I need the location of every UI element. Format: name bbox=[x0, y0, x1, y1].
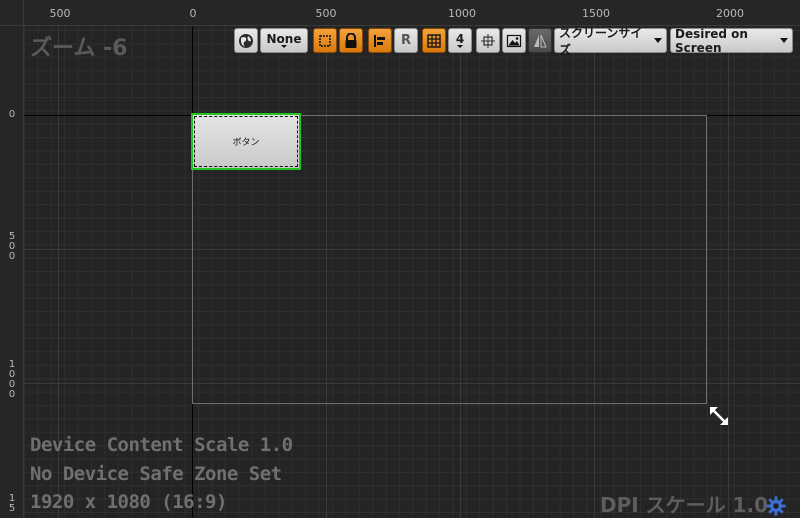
fit-to-screen-icon bbox=[481, 33, 495, 48]
gear-icon[interactable] bbox=[765, 495, 787, 517]
grid-line bbox=[728, 26, 729, 518]
chevron-down-icon bbox=[780, 38, 788, 43]
screen-size-label: スクリーンサイズ bbox=[559, 25, 643, 57]
ruler-label: 0 bbox=[8, 109, 16, 120]
none-label: None bbox=[266, 32, 302, 46]
ruler-label: 2000 bbox=[716, 7, 744, 20]
resize-handle-icon[interactable] bbox=[708, 405, 730, 427]
chevron-down-icon bbox=[457, 45, 463, 48]
grid-snap-value-dropdown[interactable]: 4 bbox=[448, 28, 472, 53]
safe-zone-label: No Device Safe Zone Set bbox=[30, 463, 282, 485]
grid-snap-value: 4 bbox=[455, 32, 465, 46]
pivot-toggle-button[interactable] bbox=[368, 28, 392, 53]
chevron-down-icon bbox=[281, 45, 287, 48]
vertical-ruler: 0 500 1000 15 bbox=[0, 26, 24, 518]
ruler-label: 15 bbox=[8, 493, 16, 514]
r-label: R bbox=[400, 33, 411, 48]
screen-size-dropdown[interactable]: スクリーンサイズ bbox=[554, 26, 667, 57]
device-content-scale-label: Device Content Scale 1.0 bbox=[30, 434, 293, 456]
desired-on-screen-label: Desired on Screen bbox=[675, 26, 748, 55]
ruler-label: 1500 bbox=[582, 7, 610, 20]
globe-icon bbox=[239, 33, 253, 48]
ruler-label: 0 bbox=[189, 7, 197, 20]
horizontal-ruler: 500 0 500 1000 1500 2000 bbox=[0, 0, 800, 26]
selected-button-widget[interactable]: ボタン bbox=[191, 113, 301, 170]
grid-snap-toggle-button[interactable] bbox=[422, 28, 446, 53]
ruler-label: 500 bbox=[8, 231, 16, 262]
button-widget-label: ボタン bbox=[232, 138, 260, 148]
localization-preview-button[interactable] bbox=[234, 28, 258, 53]
grid-icon bbox=[427, 33, 441, 48]
mirror-icon bbox=[534, 34, 547, 47]
ruler-label: 500 bbox=[315, 7, 337, 20]
outline-box-icon bbox=[319, 34, 331, 47]
ruler-label: 1000 bbox=[8, 359, 16, 400]
ruler-label: 1000 bbox=[448, 7, 476, 20]
desired-on-screen-dropdown[interactable]: Desired on Screen bbox=[670, 26, 793, 55]
ruler-label: 500 bbox=[49, 7, 71, 20]
r-toggle-button[interactable]: R bbox=[394, 28, 418, 53]
align-icon bbox=[374, 34, 385, 47]
lock-icon bbox=[345, 32, 357, 48]
chevron-down-icon bbox=[654, 38, 662, 43]
respect-locks-button[interactable] bbox=[313, 28, 337, 53]
ruler-corner bbox=[0, 0, 24, 26]
resolution-label: 1920 x 1080 (16:9) bbox=[30, 491, 227, 513]
background-toggle-button[interactable] bbox=[502, 28, 526, 53]
dpi-scale-label: DPI スケール 1.0 bbox=[600, 493, 769, 517]
lock-toggle-button[interactable] bbox=[339, 28, 363, 53]
zoom-to-fit-button[interactable] bbox=[476, 28, 500, 53]
image-icon bbox=[506, 34, 522, 47]
localization-dropdown[interactable]: None bbox=[260, 28, 308, 53]
zoom-level-label: ズーム -6 bbox=[30, 36, 128, 61]
flip-toggle-button[interactable] bbox=[528, 28, 552, 53]
